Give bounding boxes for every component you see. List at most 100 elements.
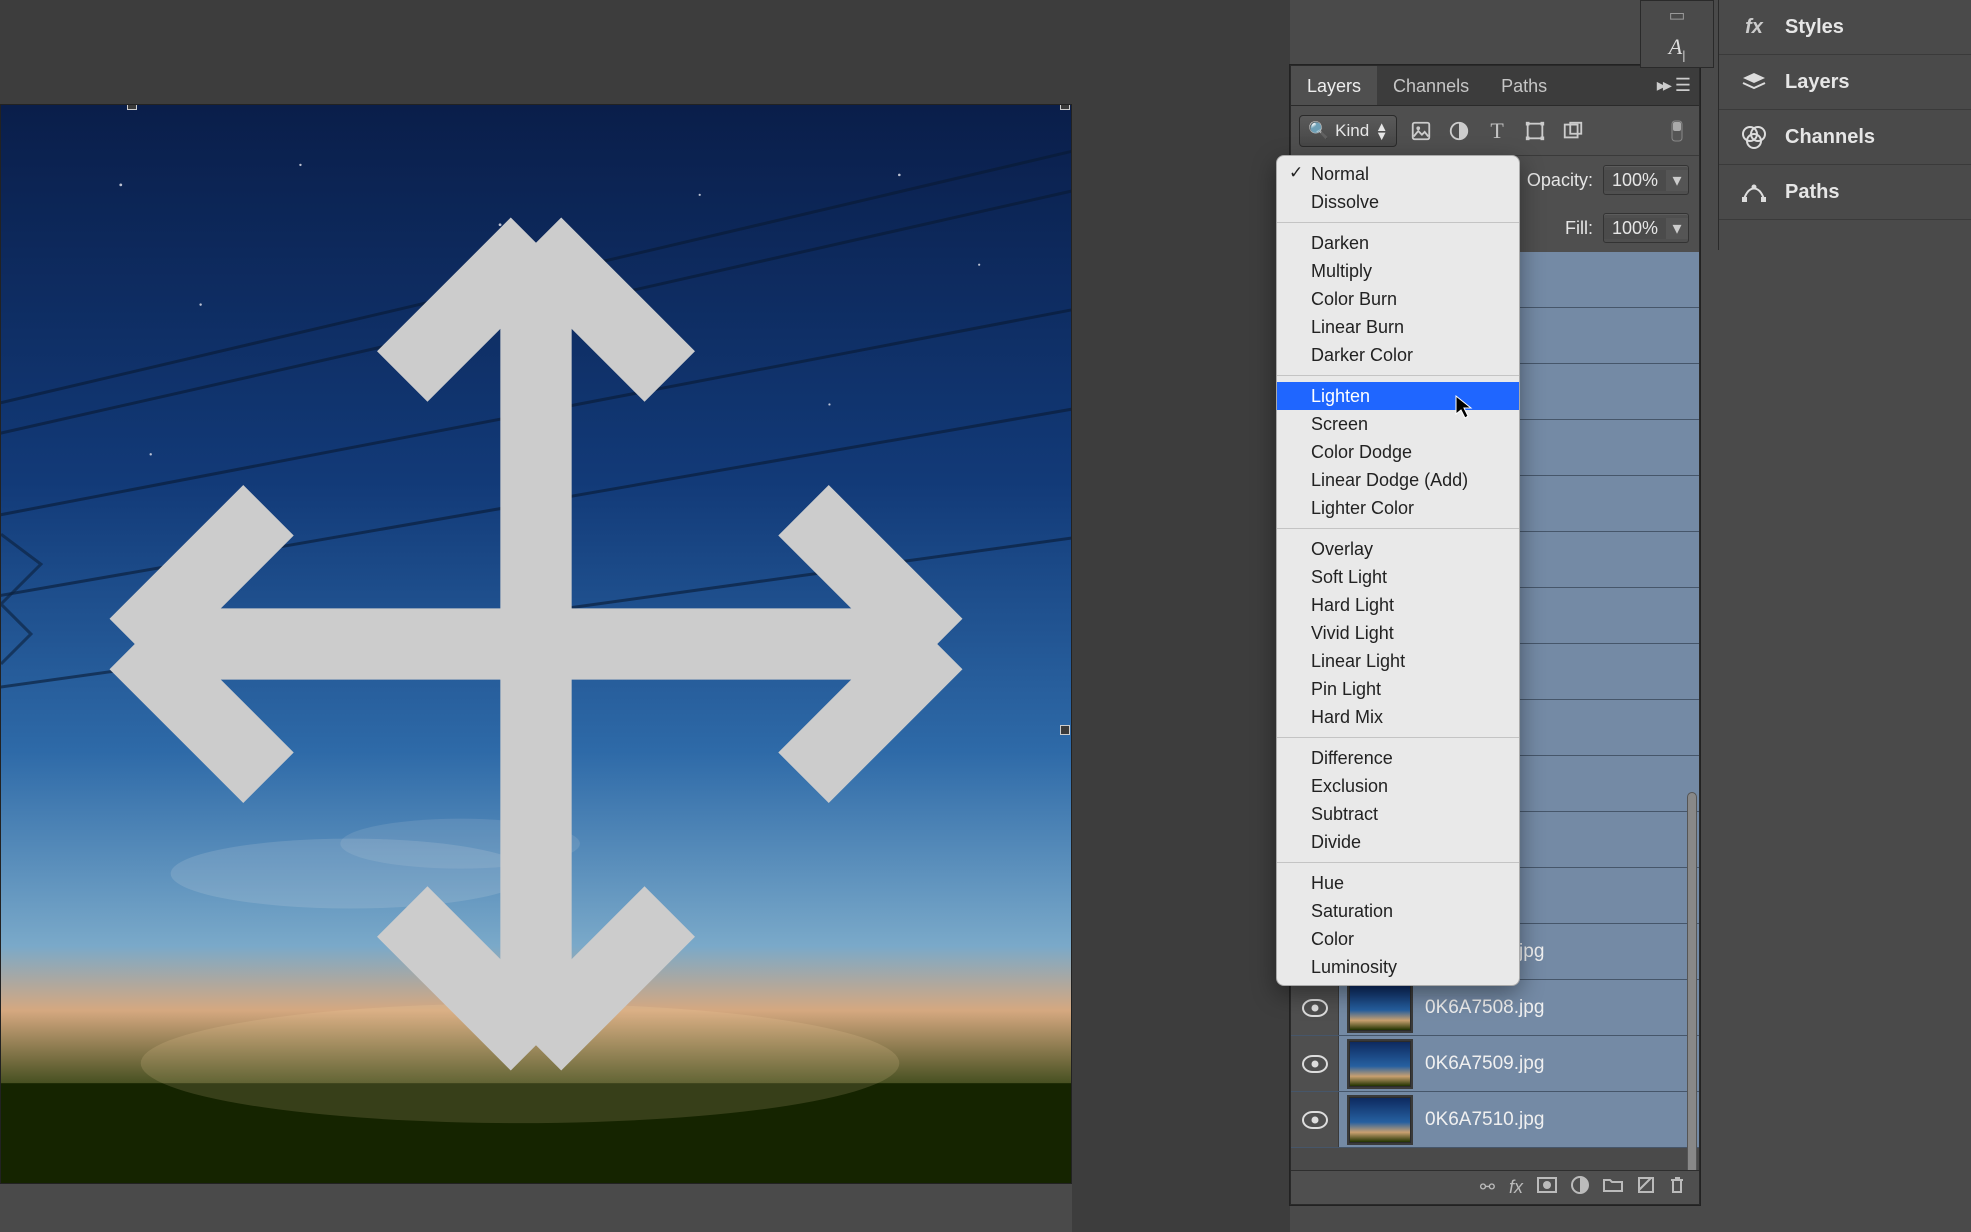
layer-visibility-toggle[interactable] — [1291, 1036, 1339, 1091]
blend-mode-option[interactable]: Luminosity — [1277, 953, 1519, 981]
blend-mode-option[interactable]: Color — [1277, 925, 1519, 953]
fill-label: Fill: — [1565, 218, 1593, 239]
chevron-down-icon: ▾ — [1666, 218, 1688, 239]
menu-separator — [1277, 737, 1519, 738]
filter-kind-label: Kind — [1335, 121, 1369, 141]
layer-row[interactable]: 0K6A7508.jpg — [1291, 980, 1699, 1036]
move-tool-indicator-icon — [1, 105, 1071, 1183]
blend-mode-option[interactable]: Saturation — [1277, 897, 1519, 925]
filter-pixel-icon[interactable] — [1407, 117, 1435, 145]
new-layer-icon[interactable] — [1637, 1176, 1655, 1199]
layers-scrollbar-thumb[interactable] — [1687, 792, 1697, 1170]
blend-mode-option[interactable]: Hue — [1277, 869, 1519, 897]
blend-mode-option[interactable]: Pin Light — [1277, 675, 1519, 703]
blend-mode-option[interactable]: Hard Light — [1277, 591, 1519, 619]
blend-mode-option[interactable]: Divide — [1277, 828, 1519, 856]
blend-mode-option[interactable]: Overlay — [1277, 535, 1519, 563]
blend-mode-option[interactable]: Vivid Light — [1277, 619, 1519, 647]
channels-icon — [1739, 124, 1769, 150]
filter-toggle-switch[interactable] — [1663, 117, 1691, 145]
blend-mode-menu[interactable]: NormalDissolveDarkenMultiplyColor BurnLi… — [1276, 155, 1520, 986]
blend-mode-option[interactable]: Difference — [1277, 744, 1519, 772]
opacity-value: 100% — [1604, 170, 1666, 191]
layer-filter-bar: 🔍 Kind ▲▼ T — [1291, 106, 1699, 156]
tab-channels[interactable]: Channels — [1377, 66, 1485, 105]
panel-menu-icon[interactable]: ☰ — [1675, 75, 1691, 96]
new-adjustment-icon[interactable] — [1571, 1176, 1589, 1199]
eye-icon — [1302, 1055, 1328, 1073]
layers-footer-bar: ⚯ fx — [1291, 1170, 1699, 1204]
opacity-field[interactable]: 100% ▾ — [1603, 165, 1689, 195]
filter-kind-select[interactable]: 🔍 Kind ▲▼ — [1299, 115, 1397, 147]
menu-separator — [1277, 222, 1519, 223]
fill-value: 100% — [1604, 218, 1666, 239]
tab-layers[interactable]: Layers — [1291, 66, 1377, 105]
panel-tab-bar: Layers Channels Paths ▸▸ ☰ — [1291, 66, 1699, 106]
dock-label: Channels — [1785, 126, 1875, 149]
dock-item-layers[interactable]: Layers — [1719, 55, 1971, 110]
delete-layer-icon[interactable] — [1669, 1176, 1685, 1199]
search-icon: 🔍 — [1308, 121, 1329, 141]
blend-mode-option[interactable]: Exclusion — [1277, 772, 1519, 800]
filter-shape-icon[interactable] — [1521, 117, 1549, 145]
blend-mode-option[interactable]: Hard Mix — [1277, 703, 1519, 731]
canvas-background-right — [1072, 0, 1290, 1232]
chevron-updown-icon: ▲▼ — [1375, 122, 1388, 140]
tab-paths[interactable]: Paths — [1485, 66, 1563, 105]
chevron-down-icon: ▾ — [1666, 170, 1688, 191]
blend-mode-option[interactable]: Color Dodge — [1277, 438, 1519, 466]
blend-mode-option[interactable]: Normal — [1277, 160, 1519, 188]
styles-icon: fx — [1739, 14, 1769, 40]
filter-adjustment-icon[interactable] — [1445, 117, 1473, 145]
fill-field[interactable]: 100% ▾ — [1603, 213, 1689, 243]
blend-mode-option[interactable]: Darker Color — [1277, 341, 1519, 369]
layer-name-label[interactable]: 0K6A7509.jpg — [1425, 1053, 1699, 1075]
opacity-label: Opacity: — [1527, 170, 1593, 191]
collapse-grip-icon: ▭ — [1668, 5, 1685, 26]
layer-thumbnail[interactable] — [1349, 1041, 1411, 1087]
layer-name-label[interactable]: 0K6A7510.jpg — [1425, 1109, 1699, 1131]
blend-mode-option[interactable]: Darken — [1277, 229, 1519, 257]
dock-label: Styles — [1785, 16, 1844, 39]
paths-icon — [1739, 179, 1769, 205]
blend-mode-option[interactable]: Multiply — [1277, 257, 1519, 285]
blend-mode-option[interactable]: Lighter Color — [1277, 494, 1519, 522]
character-panel-icon[interactable]: A| — [1669, 34, 1686, 62]
filter-type-icon[interactable]: T — [1483, 117, 1511, 145]
add-mask-icon[interactable] — [1537, 1177, 1557, 1198]
dock-label: Layers — [1785, 71, 1850, 94]
dock-item-channels[interactable]: Channels — [1719, 110, 1971, 165]
layer-thumbnail[interactable] — [1349, 1097, 1411, 1143]
layers-icon — [1739, 69, 1769, 95]
document-canvas[interactable] — [0, 104, 1072, 1184]
mouse-cursor-icon — [1454, 394, 1474, 420]
blend-mode-option[interactable]: Soft Light — [1277, 563, 1519, 591]
blend-mode-option[interactable]: Linear Light — [1277, 647, 1519, 675]
layer-thumbnail[interactable] — [1349, 985, 1411, 1031]
layer-visibility-toggle[interactable] — [1291, 980, 1339, 1035]
blend-mode-option[interactable]: Screen — [1277, 410, 1519, 438]
blend-mode-option[interactable]: Linear Dodge (Add) — [1277, 466, 1519, 494]
link-layers-icon[interactable]: ⚯ — [1480, 1177, 1495, 1198]
eye-icon — [1302, 1111, 1328, 1129]
menu-separator — [1277, 528, 1519, 529]
new-group-icon[interactable] — [1603, 1177, 1623, 1198]
layer-row[interactable]: 0K6A7510.jpg — [1291, 1092, 1699, 1148]
menu-separator — [1277, 862, 1519, 863]
blend-mode-option[interactable]: Lighten — [1277, 382, 1519, 410]
layer-effects-icon[interactable]: fx — [1509, 1177, 1523, 1198]
layer-row[interactable]: 0K6A7509.jpg — [1291, 1036, 1699, 1092]
layer-name-label[interactable]: 0K6A7508.jpg — [1425, 997, 1699, 1019]
blend-mode-option[interactable]: Color Burn — [1277, 285, 1519, 313]
blend-mode-option[interactable]: Linear Burn — [1277, 313, 1519, 341]
blend-mode-option[interactable]: Subtract — [1277, 800, 1519, 828]
layer-visibility-toggle[interactable] — [1291, 1092, 1339, 1147]
eye-icon — [1302, 999, 1328, 1017]
dock-item-paths[interactable]: Paths — [1719, 165, 1971, 220]
dock-label: Paths — [1785, 181, 1839, 204]
collapsed-panel[interactable]: ▭ A| — [1640, 0, 1714, 68]
dock-item-styles[interactable]: fx Styles — [1719, 0, 1971, 55]
filter-smartobject-icon[interactable] — [1559, 117, 1587, 145]
blend-mode-option[interactable]: Dissolve — [1277, 188, 1519, 216]
panel-collapse-icon[interactable]: ▸▸ — [1657, 75, 1669, 96]
